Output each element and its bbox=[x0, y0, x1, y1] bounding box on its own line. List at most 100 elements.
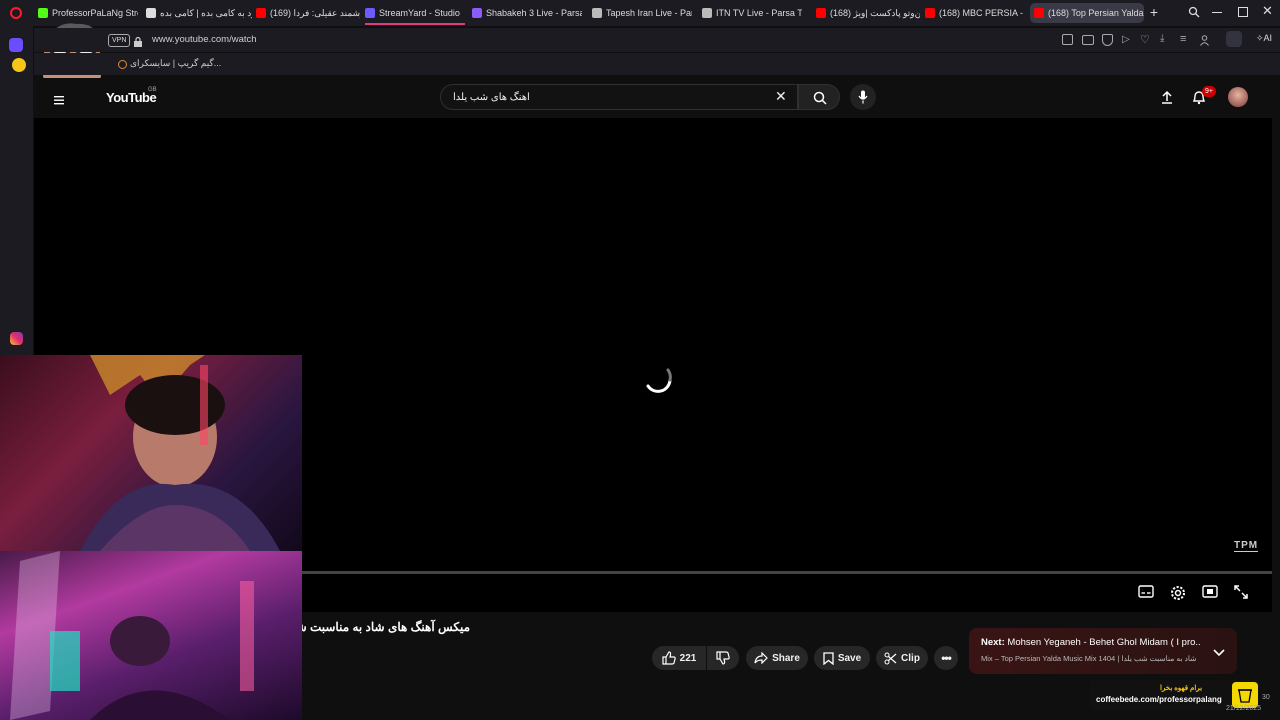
tab-youtube-1[interactable]: (169) هوشمند عقیلی: فردا bbox=[256, 3, 360, 23]
search-input[interactable]: اهنگ های شب یلدا bbox=[453, 92, 530, 103]
tab-label: (168) من‌وتو پادکست |ویژ bbox=[830, 7, 920, 18]
video-progress-bar[interactable] bbox=[300, 571, 1272, 574]
clock-date: 21/12/2025 bbox=[1226, 705, 1262, 712]
youtube-icon bbox=[1034, 8, 1044, 18]
more-dots-icon: ••• bbox=[941, 651, 952, 665]
tab-label: (168) Top Persian Yalda M bbox=[1048, 8, 1144, 18]
next-up-card[interactable]: Next: Mohsen Yeganeh - Behet Ghol Midam … bbox=[969, 628, 1237, 674]
tab-youtube-active[interactable]: (168) Top Persian Yalda M bbox=[1030, 3, 1144, 23]
bookmark-icon bbox=[823, 651, 834, 665]
dislike-button[interactable] bbox=[707, 646, 739, 670]
address-bar: VPN www.youtube.com/watch ▷ ♡ ⤓ ≡ ✧AI bbox=[34, 28, 1280, 52]
donate-text: برام قهوه بخرا bbox=[1160, 685, 1203, 692]
coin-icon bbox=[12, 58, 26, 72]
youtube-region: GB bbox=[148, 87, 157, 93]
bookmarks-bar: گیم گریپ | سایسکرای... bbox=[34, 53, 1280, 75]
webcam-room bbox=[0, 551, 302, 720]
next-subtitle: Mix – Top Persian Yalda Music Mix 1404 |… bbox=[981, 654, 1197, 663]
tab-label: StreamYard - Studio bbox=[379, 8, 460, 18]
hamburger-menu-icon[interactable] bbox=[54, 92, 64, 105]
speaker-icon bbox=[365, 8, 375, 18]
youtube-header: YouTube GB اهنگ های شب یلدا ✕ 9+ bbox=[34, 78, 1272, 118]
subtitles-icon[interactable] bbox=[1138, 585, 1156, 601]
camera-icon[interactable] bbox=[1082, 35, 1094, 45]
search-icon bbox=[813, 91, 827, 105]
tab-tapesh[interactable]: Tapesh Iran Live - Parsa T bbox=[592, 3, 692, 23]
clock-time: 30 bbox=[1262, 694, 1270, 701]
tab-label: Tapesh Iran Live - Parsa T bbox=[606, 8, 692, 18]
minimize-icon[interactable] bbox=[1212, 12, 1222, 13]
theater-mode-icon[interactable] bbox=[1202, 585, 1220, 601]
fullscreen-icon[interactable] bbox=[1234, 585, 1252, 601]
shield-icon[interactable] bbox=[1102, 34, 1113, 46]
new-tab-icon[interactable]: + bbox=[1146, 4, 1162, 20]
tv-icon bbox=[702, 8, 712, 18]
ai-label: AI bbox=[1263, 33, 1273, 43]
workspace-icon[interactable] bbox=[9, 38, 23, 52]
notification-badge: 9+ bbox=[1202, 86, 1216, 97]
voice-search-button[interactable] bbox=[850, 84, 876, 110]
settings-gear-icon[interactable] bbox=[1170, 585, 1188, 601]
tab-shabakeh3[interactable]: Shabakeh 3 Live - Parsa T bbox=[472, 3, 582, 23]
tab-youtube-3[interactable]: (168) MBC PERSIA - YouT bbox=[925, 3, 1025, 23]
youtube-icon bbox=[816, 8, 826, 18]
browser-sidebar bbox=[0, 26, 33, 356]
tv-icon bbox=[472, 8, 482, 18]
webcam-face bbox=[0, 355, 302, 551]
bookmark-dot-icon bbox=[118, 60, 127, 69]
tab-coffeebede[interactable]: ورود به کامی بده | کامی بده bbox=[146, 3, 252, 23]
lock-icon bbox=[134, 34, 142, 47]
share-icon bbox=[754, 652, 768, 664]
vpn-badge[interactable]: VPN bbox=[108, 34, 131, 47]
close-window-icon[interactable]: ✕ bbox=[1262, 3, 1273, 19]
share-label: Share bbox=[772, 652, 800, 664]
youtube-icon bbox=[925, 8, 935, 18]
ai-button[interactable]: ✧AI bbox=[1256, 33, 1272, 44]
profile-icon[interactable] bbox=[1200, 33, 1209, 46]
instagram-icon[interactable] bbox=[10, 332, 23, 345]
url-field[interactable]: www.youtube.com/watch bbox=[152, 34, 257, 45]
heart-icon[interactable]: ♡ bbox=[1140, 33, 1150, 46]
bookmark-item[interactable]: گیم گریپ | سایسکرای... bbox=[130, 58, 221, 69]
tab-label: (168) MBC PERSIA - YouT bbox=[939, 8, 1025, 18]
like-button[interactable]: 221 bbox=[652, 646, 706, 670]
tab-label: ورود به کامی بده | کامی بده bbox=[160, 7, 252, 18]
account-avatar[interactable] bbox=[1228, 87, 1248, 107]
save-label: Save bbox=[837, 652, 862, 664]
search-button[interactable] bbox=[798, 84, 840, 110]
more-actions-button[interactable]: ••• bbox=[934, 646, 958, 670]
scissors-icon bbox=[884, 652, 897, 664]
download-icon[interactable]: ⤓ bbox=[1160, 33, 1164, 44]
browser-tab-bar: ProfessorPaLaNg Stream ورود به کامی بده … bbox=[0, 0, 1280, 26]
thumbs-up-icon bbox=[662, 651, 676, 665]
youtube-icon bbox=[256, 8, 266, 18]
search-box[interactable]: اهنگ های شب یلدا ✕ bbox=[440, 84, 798, 110]
edit-icon[interactable] bbox=[1062, 34, 1073, 45]
tab-streamyard[interactable]: StreamYard - Studio bbox=[365, 3, 465, 25]
save-button[interactable]: Save bbox=[814, 646, 870, 670]
opera-logo-icon[interactable] bbox=[10, 7, 22, 19]
share-button[interactable]: Share bbox=[746, 646, 808, 670]
tab-label: Shabakeh 3 Live - Parsa T bbox=[486, 8, 582, 18]
donate-url: coffeebede.com/professorpalang bbox=[1096, 695, 1222, 704]
menu-icon[interactable]: ≡ bbox=[1180, 33, 1186, 45]
tab-itn[interactable]: ITN TV Live - Parsa TV bbox=[702, 3, 802, 23]
channel-watermark: TPM bbox=[1234, 540, 1259, 552]
extensions-icon[interactable] bbox=[1226, 31, 1242, 47]
clip-button[interactable]: Clip bbox=[876, 646, 928, 670]
like-count: 221 bbox=[679, 652, 697, 664]
microphone-icon bbox=[858, 90, 868, 104]
maximize-icon[interactable] bbox=[1238, 7, 1248, 17]
page-icon bbox=[146, 8, 156, 18]
clip-label: Clip bbox=[901, 652, 920, 664]
thumbs-down-icon bbox=[716, 651, 730, 665]
search-tabs-icon[interactable] bbox=[1188, 5, 1200, 23]
tab-label: ITN TV Live - Parsa TV bbox=[716, 8, 802, 18]
upload-icon[interactable] bbox=[1160, 90, 1174, 109]
loading-spinner-icon bbox=[640, 358, 676, 399]
clear-search-icon[interactable]: ✕ bbox=[775, 88, 787, 105]
chevron-down-icon[interactable] bbox=[1213, 644, 1225, 662]
send-icon[interactable]: ▷ bbox=[1122, 34, 1130, 45]
tab-youtube-2[interactable]: (168) من‌وتو پادکست |ویژ bbox=[816, 3, 920, 23]
tv-icon bbox=[592, 8, 602, 18]
